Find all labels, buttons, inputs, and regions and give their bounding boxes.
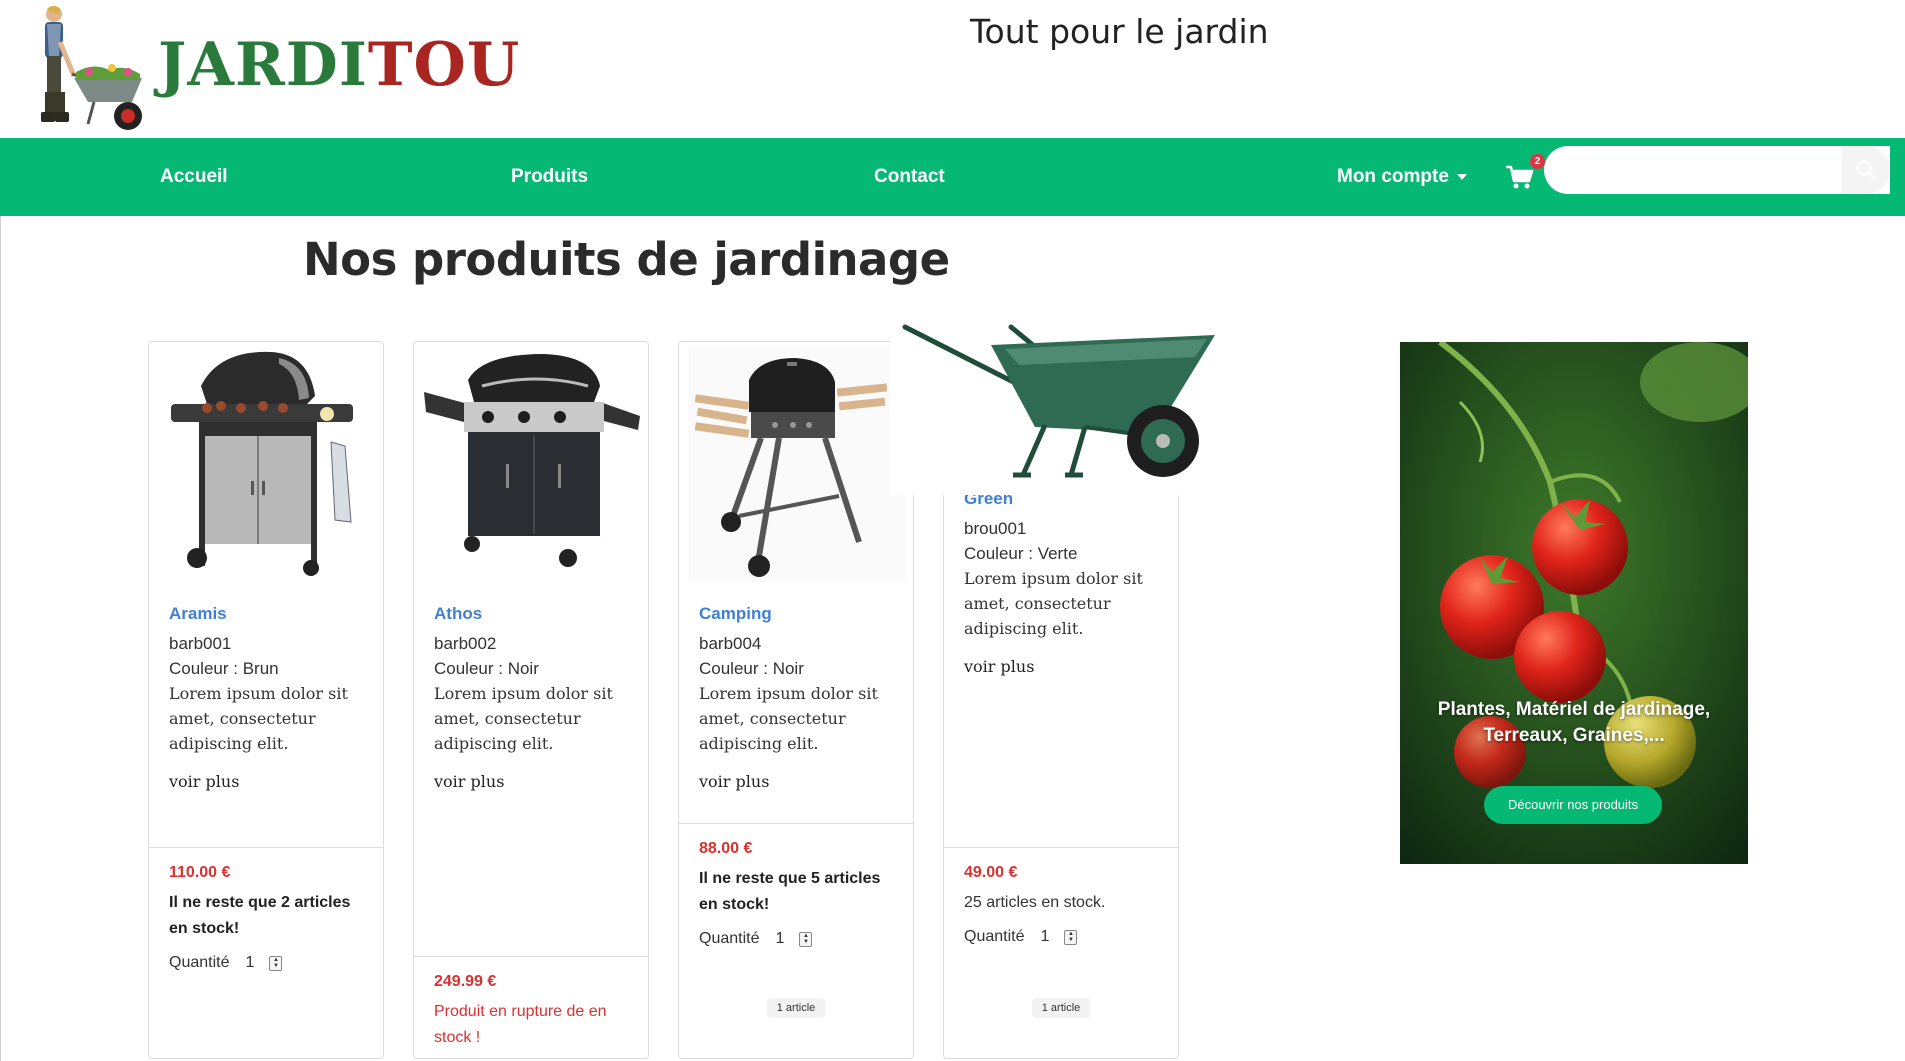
- discover-products-button[interactable]: Découvrir nos produits: [1484, 786, 1662, 824]
- product-card-footer: 110.00 € Il ne reste que 2 articles en s…: [149, 847, 383, 1058]
- promo-banner: Plantes, Matériel de jardinage, Terreaux…: [1400, 342, 1748, 864]
- product-ref: barb002: [434, 634, 497, 653]
- product-card-footer: 49.00 € 25 articles en stock. Quantité 1…: [944, 847, 1178, 1058]
- see-more-link[interactable]: voir plus: [699, 772, 903, 791]
- product-image-bbq-aramis[interactable]: [159, 346, 375, 582]
- quantity-row: Quantité 1 ▲ ▼: [964, 928, 1158, 946]
- page-border: [0, 216, 1, 1061]
- cart-count-badge: 2: [1530, 154, 1545, 169]
- product-name-link[interactable]: Athos: [434, 604, 638, 624]
- product-description: Lorem ipsum dolor sit amet, consectetur …: [699, 684, 878, 753]
- in-cart-badge: 1 article: [766, 998, 826, 1018]
- product-card-body: Athos barb002 Couleur : Noir Lorem ipsum…: [434, 604, 638, 791]
- product-card-body: Camping barb004 Couleur : Noir Lorem ips…: [699, 604, 903, 791]
- product-image-wheelbarrow-green[interactable]: [890, 315, 1230, 495]
- product-description: Lorem ipsum dolor sit amet, consectetur …: [434, 684, 613, 753]
- quantity-value[interactable]: 1: [245, 954, 269, 972]
- see-more-link[interactable]: voir plus: [434, 772, 638, 791]
- product-card-footer: 249.99 € Produit en rupture de en stock …: [414, 956, 648, 1058]
- nav-home-link[interactable]: Accueil: [160, 138, 228, 216]
- product-description: Lorem ipsum dolor sit amet, consectetur …: [964, 569, 1143, 638]
- product-card-aramis: Aramis barb001 Couleur : Brun Lorem ipsu…: [148, 341, 384, 1059]
- product-card-athos: Athos barb002 Couleur : Noir Lorem ipsum…: [413, 341, 649, 1059]
- product-price: 249.99 €: [434, 973, 497, 990]
- quantity-stepper[interactable]: ▲ ▼: [269, 955, 283, 971]
- product-card-footer: 88.00 € Il ne reste que 5 articles en st…: [679, 823, 913, 1058]
- quantity-row: Quantité 1 ▲ ▼: [169, 954, 363, 972]
- tagline: Tout pour le jardin: [970, 12, 1269, 51]
- quantity-row: Quantité 1 ▲ ▼: [699, 930, 893, 948]
- product-ref: barb004: [699, 634, 762, 653]
- in-cart-badge: 1 article: [1031, 998, 1091, 1018]
- site-header: JARDITOU Tout pour le jardin: [0, 0, 1905, 138]
- search-input[interactable]: [1544, 146, 1890, 194]
- product-price: 110.00 €: [169, 864, 231, 881]
- page-title: Nos produits de jardinage: [303, 233, 950, 286]
- stock-status: 25 articles en stock.: [964, 894, 1106, 911]
- product-card-camping: Camping barb004 Couleur : Noir Lorem ips…: [678, 341, 914, 1059]
- account-dropdown[interactable]: Mon compte: [1337, 138, 1467, 216]
- product-color: Couleur : Brun: [169, 659, 279, 678]
- product-color: Couleur : Noir: [434, 659, 539, 678]
- product-description: Lorem ipsum dolor sit amet, consectetur …: [169, 684, 348, 753]
- product-name-link[interactable]: Aramis: [169, 604, 373, 624]
- product-card-body: Green brou001 Couleur : Verte Lorem ipsu…: [964, 489, 1168, 676]
- product-image-bbq-athos[interactable]: [424, 346, 640, 582]
- quantity-stepper[interactable]: ▲ ▼: [799, 931, 813, 947]
- product-price: 88.00 €: [699, 840, 753, 857]
- product-price: 49.00 €: [964, 864, 1018, 881]
- product-image-bbq-camping[interactable]: [689, 346, 905, 582]
- brand-logo[interactable]: JARDITOU: [158, 30, 520, 100]
- stock-status: Il ne reste que 2 articles en stock!: [169, 894, 351, 937]
- quantity-stepper[interactable]: ▲ ▼: [1064, 929, 1078, 945]
- quantity-label: Quantité: [964, 928, 1025, 945]
- brand-name-part1: JARDI: [158, 30, 368, 100]
- caret-down-icon: [1456, 173, 1467, 180]
- quantity-label: Quantité: [169, 954, 230, 971]
- gardener-logo-image[interactable]: [14, 2, 149, 136]
- product-name-link[interactable]: Camping: [699, 604, 903, 624]
- promo-text: Plantes, Matériel de jardinage, Terreaux…: [1437, 699, 1711, 746]
- nav-products-link[interactable]: Produits: [511, 138, 588, 216]
- search-button[interactable]: [1842, 146, 1890, 194]
- account-dropdown-label: Mon compte: [1337, 166, 1449, 187]
- quantity-label: Quantité: [699, 930, 760, 947]
- quantity-value[interactable]: 1: [1040, 928, 1064, 946]
- brand-name-part2: TOU: [367, 30, 521, 100]
- product-ref: brou001: [964, 519, 1027, 538]
- product-card-body: Aramis barb001 Couleur : Brun Lorem ipsu…: [169, 604, 373, 791]
- see-more-link[interactable]: voir plus: [169, 772, 373, 791]
- product-color: Couleur : Verte: [964, 544, 1078, 563]
- search-icon: [1856, 160, 1877, 181]
- nav-contact-link[interactable]: Contact: [874, 138, 945, 216]
- product-color: Couleur : Noir: [699, 659, 804, 678]
- product-ref: barb001: [169, 634, 232, 653]
- shopping-cart-icon[interactable]: [1505, 164, 1535, 190]
- see-more-link[interactable]: voir plus: [964, 657, 1168, 676]
- stock-status-out: Produit en rupture de en stock !: [434, 1003, 607, 1046]
- quantity-value[interactable]: 1: [775, 930, 799, 948]
- stock-status: Il ne reste que 5 articles en stock!: [699, 870, 881, 913]
